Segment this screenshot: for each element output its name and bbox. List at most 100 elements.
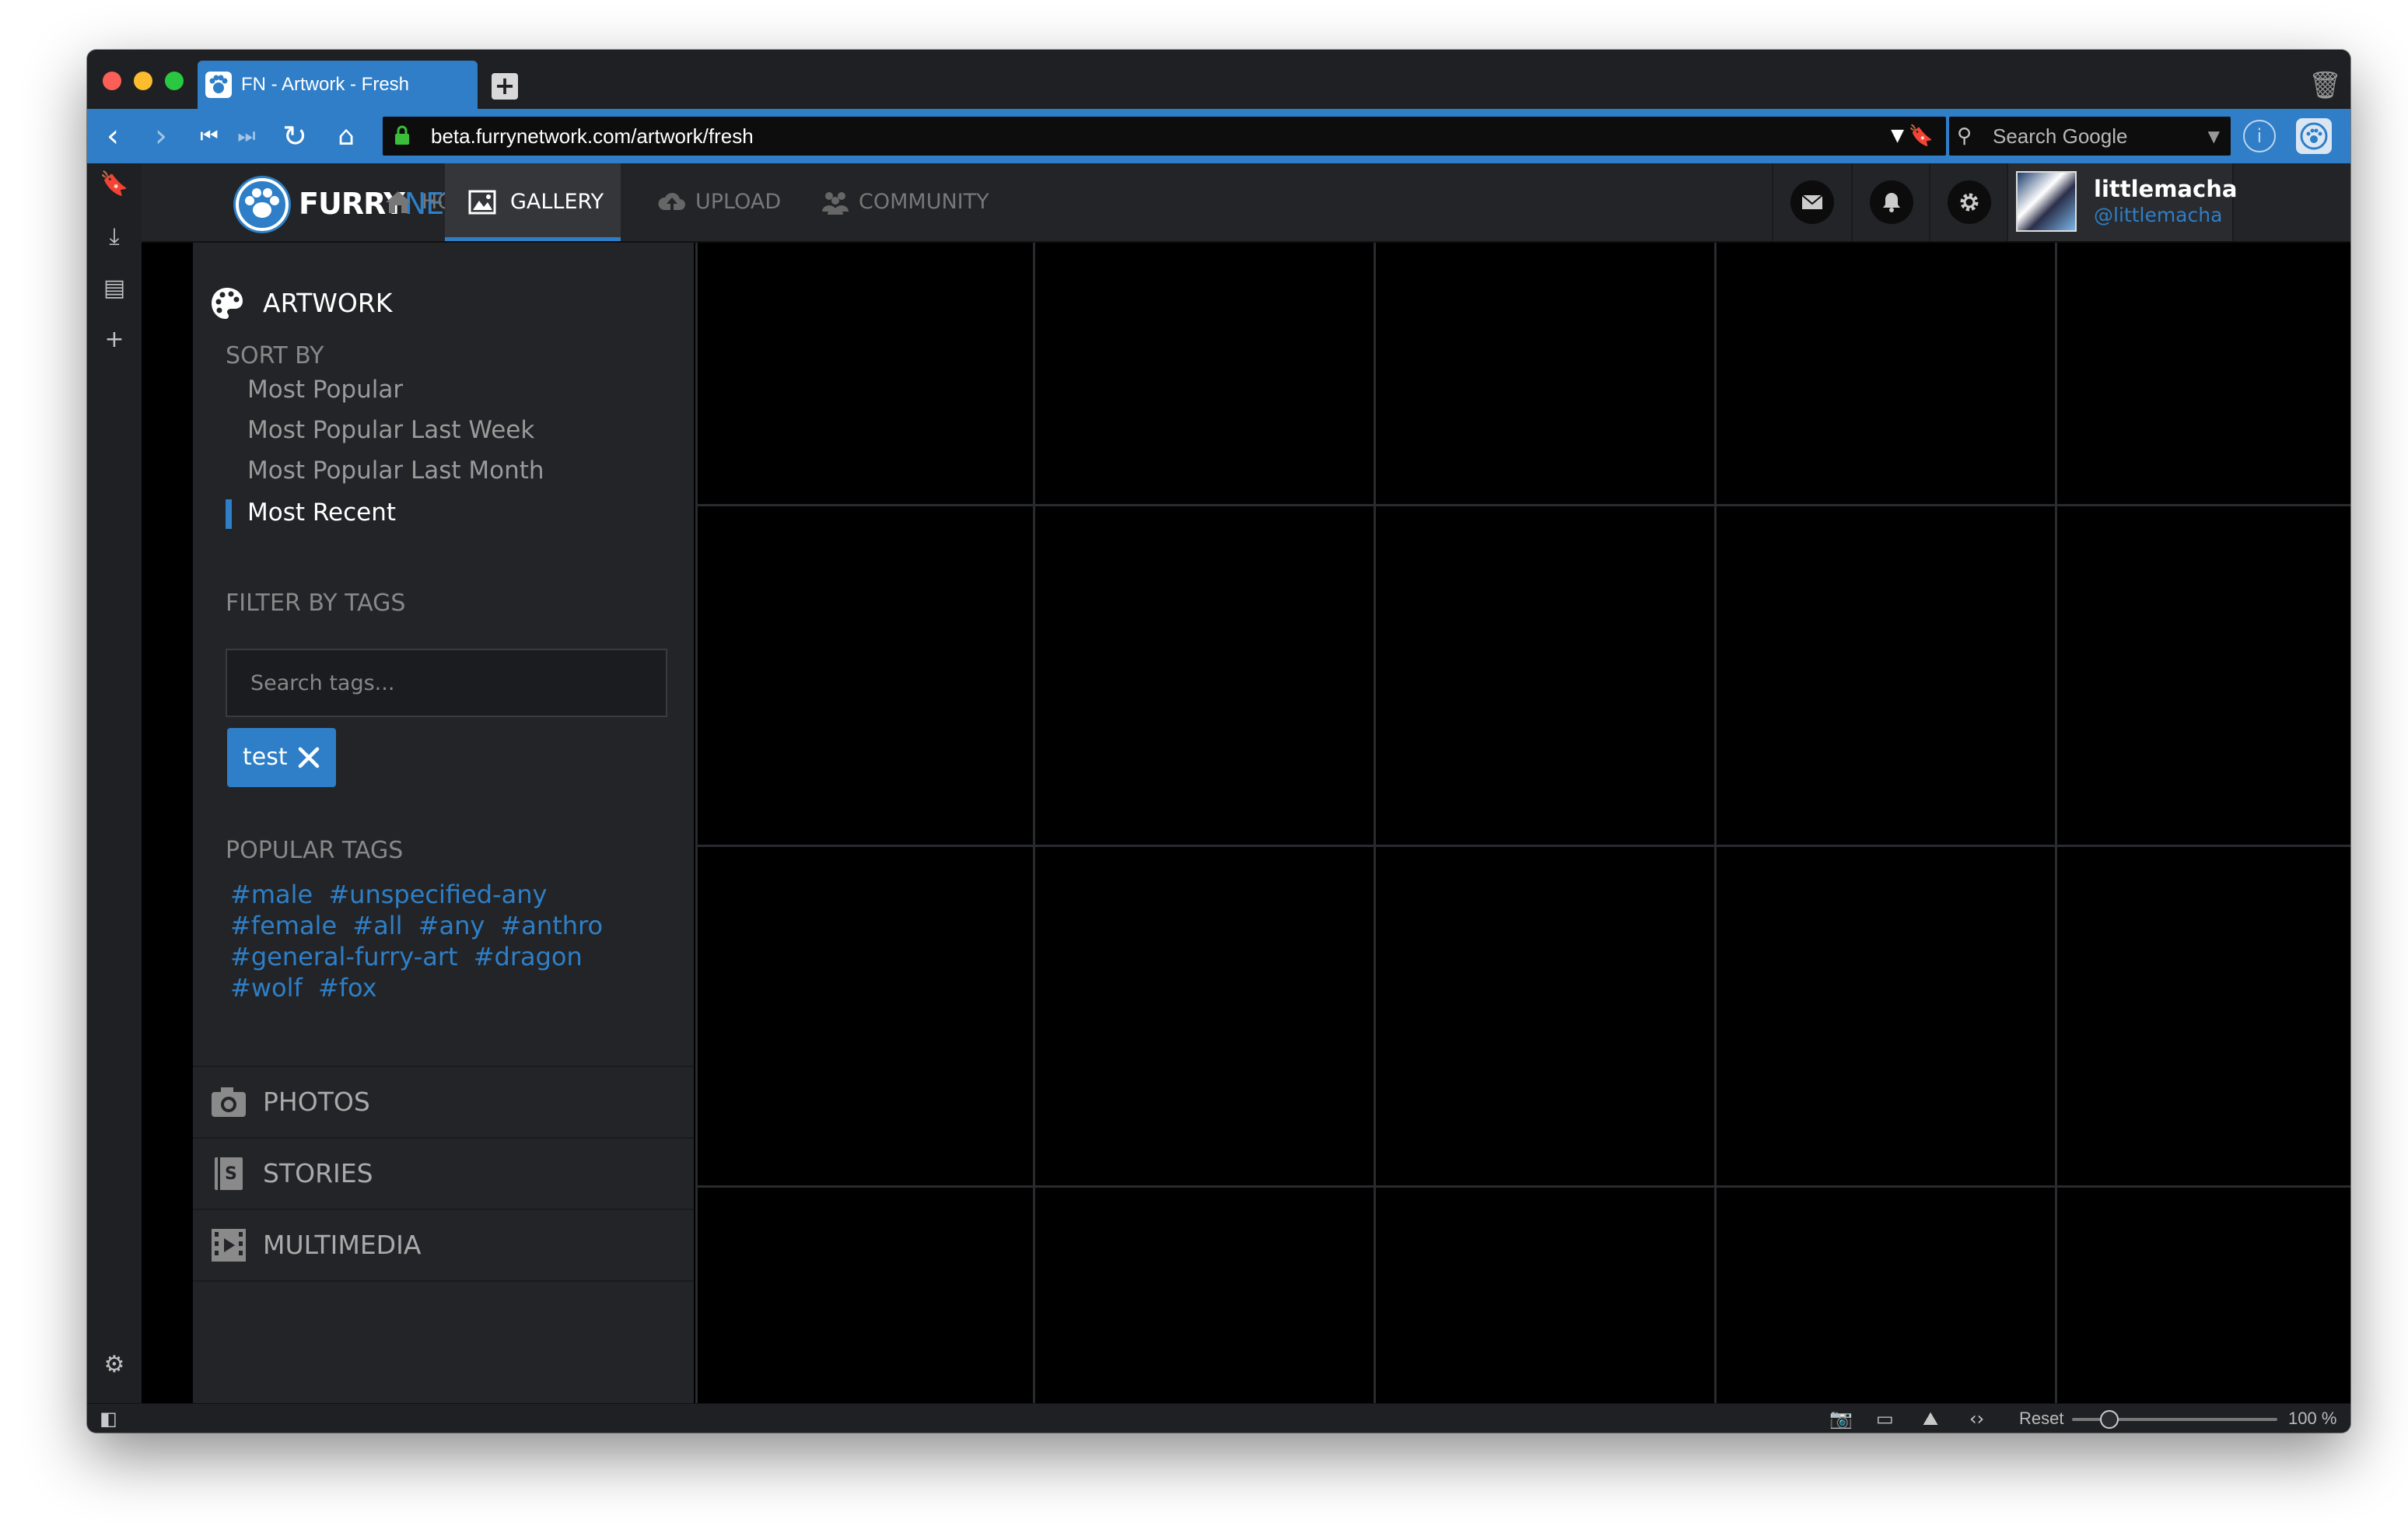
popular-tag[interactable]: #dragon (474, 942, 583, 971)
svg-text:S: S (225, 1164, 237, 1184)
gear-icon (1960, 193, 1979, 212)
site-header: FURRYNETWORK HOME GALLERY UPLOAD COMMUNI… (142, 163, 2350, 243)
capture-icon[interactable]: 📷 (1829, 1407, 1853, 1430)
avatar (2016, 171, 2077, 232)
browser-tab-active[interactable]: FN - Artwork - Fresh (198, 61, 478, 109)
paw-favicon-icon (205, 72, 232, 98)
browser-side-panel: 🔖 ⤓ ▤ + ⚙ (87, 163, 142, 1403)
book-icon: S (215, 1157, 243, 1190)
gallery-sidebar: ARTWORK SORT BY Most Popular Most Popula… (193, 243, 694, 1403)
notifications-button[interactable] (1851, 163, 1930, 241)
home-icon[interactable]: ⌂ (328, 118, 364, 154)
popular-tag[interactable]: #male (230, 880, 313, 909)
panel-toggle-icon[interactable]: ◧ (100, 1407, 117, 1430)
extension-paw-icon[interactable] (2296, 118, 2332, 154)
page-viewport: FURRYNETWORK HOME GALLERY UPLOAD COMMUNI… (142, 163, 2350, 1403)
popular-tag[interactable]: #fox (318, 973, 377, 1003)
popular-tag[interactable]: #all (352, 911, 402, 940)
user-handle: @littlemacha (2094, 204, 2223, 226)
user-menu[interactable]: littlemacha @littlemacha (2007, 163, 2238, 241)
gallery-grid (695, 243, 2350, 1403)
nav-home[interactable]: HOME (383, 163, 485, 241)
tag-search-input[interactable] (226, 649, 667, 717)
forward-icon[interactable]: › (143, 118, 179, 154)
active-tag-chip[interactable]: test (227, 728, 336, 787)
sort-option-most-popular[interactable]: Most Popular (247, 370, 403, 409)
zoom-slider-handle[interactable] (2100, 1410, 2119, 1429)
notes-panel-icon[interactable]: ▤ (98, 272, 131, 305)
palette-icon (212, 288, 243, 319)
downloads-panel-icon[interactable]: ⤓ (98, 221, 131, 254)
title-bar: FN - Artwork - Fresh + 🗑 (87, 50, 2350, 109)
upload-icon (658, 192, 685, 210)
url-dropdown-icon[interactable]: ▼ (1891, 117, 1904, 156)
trash-icon[interactable]: 🗑 (2308, 70, 2342, 101)
lock-icon (395, 125, 409, 145)
bookmark-icon[interactable]: 🔖 (1909, 117, 1934, 156)
sort-by-label: SORT BY (226, 342, 324, 369)
category-photos[interactable]: PHOTOS (193, 1066, 694, 1137)
category-multimedia[interactable]: MULTIMEDIA (193, 1209, 694, 1280)
camera-icon (212, 1087, 246, 1117)
community-icon (822, 192, 849, 215)
zoom-level: 100 % (2288, 1409, 2337, 1428)
add-panel-icon[interactable]: + (98, 324, 131, 356)
paw-logo-icon (233, 176, 291, 233)
extension-info-icon[interactable]: i (2243, 120, 2276, 152)
nav-gallery[interactable]: GALLERY (445, 163, 621, 241)
search-icon: ⚲ (1957, 124, 1972, 148)
sort-option-most-popular-last-month[interactable]: Most Popular Last Month (247, 451, 544, 490)
new-tab-button[interactable]: + (492, 73, 518, 100)
zoom-reset-button[interactable]: Reset (2019, 1404, 2063, 1433)
maximize-window-button[interactable] (165, 72, 184, 90)
username: littlemacha (2094, 176, 2238, 202)
nav-upload[interactable]: UPLOAD (656, 163, 804, 241)
popular-tag[interactable]: #female (230, 911, 337, 940)
fast-forward-icon[interactable]: ⏭ (229, 118, 264, 154)
active-tag-label: test (243, 744, 288, 771)
sort-option-most-popular-last-week[interactable]: Most Popular Last Week (247, 411, 534, 450)
home-icon (386, 191, 411, 213)
filter-by-tags-label: FILTER BY TAGS (226, 590, 406, 617)
search-field[interactable]: ⚲ Search Google ▼ (1949, 117, 2231, 156)
bell-icon (1883, 193, 1900, 212)
popular-tag[interactable]: #any (418, 911, 485, 940)
gallery-icon (468, 190, 496, 215)
minimize-window-button[interactable] (134, 72, 152, 90)
film-icon (212, 1229, 246, 1262)
active-sort-indicator (226, 499, 232, 529)
sidebar-divider (193, 1280, 694, 1283)
address-bar: ‹ › ⏮ ⏭ ↻ ⌂ beta.furrynetwork.com/artwor… (87, 109, 2350, 163)
search-engine-dropdown-icon[interactable]: ▼ (2208, 117, 2220, 156)
reload-icon[interactable]: ↻ (277, 118, 313, 154)
grid-divider (695, 243, 698, 1403)
grid-divider (695, 504, 2350, 506)
grid-divider (2055, 243, 2057, 1403)
browser-window: FN - Artwork - Fresh + 🗑 ‹ › ⏮ ⏭ ↻ ⌂ bet… (87, 50, 2350, 1433)
page-actions-icon[interactable]: ‹› (1969, 1407, 1984, 1430)
url-field[interactable]: beta.furrynetwork.com/artwork/fresh ▼ 🔖 (383, 117, 1946, 156)
popular-tag[interactable]: #wolf (230, 973, 303, 1003)
back-icon[interactable]: ‹ (95, 118, 131, 154)
status-bar: ◧ 📷 ▭ ⛰ ‹› Reset 100 % (87, 1403, 2350, 1433)
close-window-button[interactable] (103, 72, 121, 90)
settings-panel-icon[interactable]: ⚙ (98, 1349, 131, 1381)
search-placeholder: Search Google (1993, 124, 2128, 148)
images-icon[interactable]: ⛰ (1923, 1407, 1938, 1430)
rewind-icon[interactable]: ⏮ (191, 118, 227, 154)
mail-icon (1801, 194, 1823, 209)
messages-button[interactable] (1772, 163, 1851, 241)
tiling-icon[interactable]: ▭ (1876, 1407, 1894, 1430)
grid-divider (1033, 243, 1035, 1403)
settings-button[interactable] (1929, 163, 2010, 241)
grid-divider (695, 845, 2350, 847)
url-text: beta.furrynetwork.com/artwork/fresh (431, 124, 754, 148)
sort-option-most-recent[interactable]: Most Recent (247, 493, 396, 532)
popular-tag[interactable]: #general-furry-art (230, 942, 458, 971)
popular-tag[interactable]: #anthro (500, 911, 603, 940)
category-stories[interactable]: S STORIES (193, 1137, 694, 1209)
bookmarks-panel-icon[interactable]: 🔖 (98, 168, 131, 201)
popular-tag[interactable]: #unspecified-any (328, 880, 547, 909)
nav-community[interactable]: COMMUNITY (820, 163, 1022, 241)
remove-tag-close-icon[interactable] (297, 728, 320, 787)
